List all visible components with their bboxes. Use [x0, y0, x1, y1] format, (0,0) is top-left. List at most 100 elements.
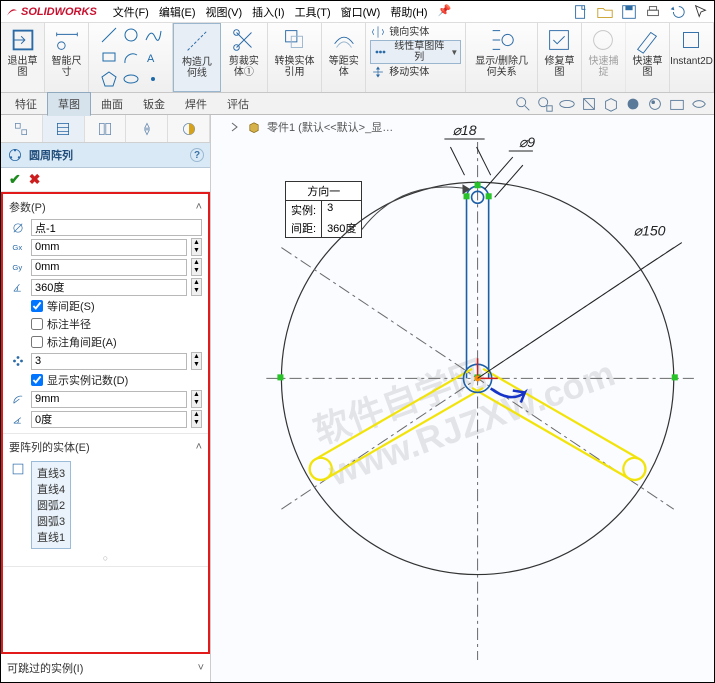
pmgr-help-button[interactable]: ?: [190, 148, 204, 162]
list-item[interactable]: 直线3: [36, 465, 66, 481]
center-x-spin[interactable]: ▲▼: [191, 238, 202, 256]
ribbon-smart-dim[interactable]: 智能尺寸: [45, 23, 89, 92]
list-item[interactable]: 直线4: [36, 481, 66, 497]
ribbon-repair[interactable]: 修复草图: [538, 23, 582, 92]
entities-listbox[interactable]: 直线3 直线4 圆弧2 圆弧3 直线1: [31, 461, 71, 549]
menu-pin-icon[interactable]: 📌: [434, 2, 456, 22]
ribbon-quicksketch[interactable]: 快速草图: [626, 23, 670, 92]
tab-feature[interactable]: 特征: [5, 93, 47, 115]
chk-show-count[interactable]: 显示实例记数(D): [31, 372, 202, 388]
undo-icon[interactable]: [668, 3, 686, 21]
shade-icon[interactable]: [624, 95, 642, 113]
chk-dim-ang[interactable]: 标注角间距(A): [31, 334, 202, 350]
center-y-spin[interactable]: ▲▼: [191, 258, 202, 276]
sec-skippable[interactable]: 可跳过的实例(I) ˅: [1, 654, 210, 682]
text-icon[interactable]: A: [143, 47, 163, 67]
menu-edit[interactable]: 编辑(E): [155, 2, 200, 22]
dimxpert-icon: [139, 121, 155, 137]
chk-dim-radius-box[interactable]: [31, 318, 43, 330]
app-brand: SOLIDWORKS: [21, 6, 97, 18]
ribbon-exit-sketch[interactable]: 退出草图: [1, 23, 45, 92]
menu-window[interactable]: 窗口(W): [337, 2, 385, 22]
sec-parameters: 参数(P) ˄ Gx ▲▼ Gy ▲▼: [3, 194, 208, 434]
tab-surface[interactable]: 曲面: [91, 93, 133, 115]
print-icon[interactable]: [644, 3, 662, 21]
view-cube-icon[interactable]: [602, 95, 620, 113]
chk-equal-spacing-box[interactable]: [31, 300, 43, 312]
pmgr-scroll[interactable]: 参数(P) ˄ Gx ▲▼ Gy ▲▼: [1, 192, 210, 654]
ribbon: 退出草图 智能尺寸 A 构造几何线 剪裁实体① 转换实体引用 等距实体 镜: [1, 23, 714, 93]
pmgr-title: 圆周阵列: [29, 147, 73, 163]
tab-weld[interactable]: 焊件: [175, 93, 217, 115]
start-angle-input[interactable]: [31, 411, 187, 428]
pmgr-tab-feature-tree[interactable]: [1, 115, 43, 142]
graphics-area[interactable]: 零件1 (默认<<默认>_显… 方向一 实例:3 间距:360度 软件自学网 w…: [211, 115, 714, 682]
chk-show-count-box[interactable]: [31, 374, 43, 386]
appearance-icon[interactable]: [646, 95, 664, 113]
entities-grip-icon[interactable]: ○: [9, 553, 202, 563]
ribbon-instant2d[interactable]: Instant2D: [670, 23, 714, 92]
orbit-icon[interactable]: [558, 95, 576, 113]
list-item[interactable]: 直线1: [36, 529, 66, 545]
entities-heading[interactable]: 要阵列的实体(E) ˄: [9, 437, 202, 457]
tab-sketch[interactable]: 草图: [47, 92, 91, 116]
ribbon-move[interactable]: 移动实体: [370, 65, 429, 79]
center-x-input[interactable]: [31, 239, 187, 256]
hide-show-icon[interactable]: [690, 95, 708, 113]
repair-icon: [544, 25, 574, 55]
pmgr-tab-config[interactable]: [85, 115, 127, 142]
ribbon-linear-pattern[interactable]: 线性草图阵列▼: [370, 40, 461, 64]
menu-tools[interactable]: 工具(T): [291, 2, 335, 22]
arc-radius-input[interactable]: [31, 391, 187, 408]
zoom-area-icon[interactable]: [514, 95, 532, 113]
menu-view[interactable]: 视图(V): [202, 2, 247, 22]
ribbon-convert[interactable]: 转换实体引用: [268, 23, 322, 92]
polygon-icon[interactable]: [99, 69, 119, 89]
instance-count-spin[interactable]: ▲▼: [191, 352, 202, 370]
ok-button[interactable]: ✔: [9, 171, 21, 188]
pmgr-tab-property[interactable]: [43, 115, 85, 142]
menu-help[interactable]: 帮助(H): [386, 2, 431, 22]
ribbon-offset[interactable]: 等距实体: [322, 23, 366, 92]
pmgr-tab-dimxpert[interactable]: [126, 115, 168, 142]
center-point-input[interactable]: [31, 219, 202, 236]
chk-dim-radius[interactable]: 标注半径: [31, 316, 202, 332]
arc-radius-spin[interactable]: ▲▼: [191, 390, 202, 408]
spline-icon[interactable]: [143, 25, 163, 45]
chk-dim-ang-box[interactable]: [31, 336, 43, 348]
new-doc-icon[interactable]: [572, 3, 590, 21]
circle-icon[interactable]: [121, 25, 141, 45]
open-icon[interactable]: [596, 3, 614, 21]
select-icon[interactable]: [692, 3, 710, 21]
line-icon[interactable]: [99, 25, 119, 45]
chk-equal-spacing[interactable]: 等间距(S): [31, 298, 202, 314]
menu-insert[interactable]: 插入(I): [248, 2, 288, 22]
total-angle-input[interactable]: [31, 279, 187, 296]
cancel-button[interactable]: ✖: [29, 171, 41, 188]
save-icon[interactable]: [620, 3, 638, 21]
instance-count-input[interactable]: [31, 353, 187, 370]
total-angle-spin[interactable]: ▲▼: [191, 278, 202, 296]
ribbon-trim[interactable]: 剪裁实体①: [221, 23, 268, 92]
start-angle-spin[interactable]: ▲▼: [191, 410, 202, 428]
tab-sheetmetal[interactable]: 钣金: [133, 93, 175, 115]
doc-tab-row: 特征 草图 曲面 钣金 焊件 评估: [1, 93, 714, 115]
center-y-input[interactable]: [31, 259, 187, 276]
ribbon-mirror[interactable]: 镜向实体: [370, 25, 429, 39]
parameters-heading[interactable]: 参数(P) ˄: [9, 197, 202, 217]
point-icon[interactable]: [143, 69, 163, 89]
zoom-fit-icon[interactable]: [536, 95, 554, 113]
list-item[interactable]: 圆弧3: [36, 513, 66, 529]
scene-icon[interactable]: [668, 95, 686, 113]
ribbon-relations[interactable]: 显示/删除几何关系: [466, 23, 538, 92]
arc-icon[interactable]: [121, 47, 141, 67]
appearance-tab-icon: [181, 121, 197, 137]
rect-icon[interactable]: [99, 47, 119, 67]
ribbon-construction[interactable]: 构造几何线: [173, 23, 221, 92]
pmgr-tab-appearance[interactable]: [168, 115, 210, 142]
list-item[interactable]: 圆弧2: [36, 497, 66, 513]
tab-evaluate[interactable]: 评估: [217, 93, 259, 115]
ellipse-icon[interactable]: [121, 69, 141, 89]
section-icon[interactable]: [580, 95, 598, 113]
menu-file[interactable]: 文件(F): [109, 2, 153, 22]
